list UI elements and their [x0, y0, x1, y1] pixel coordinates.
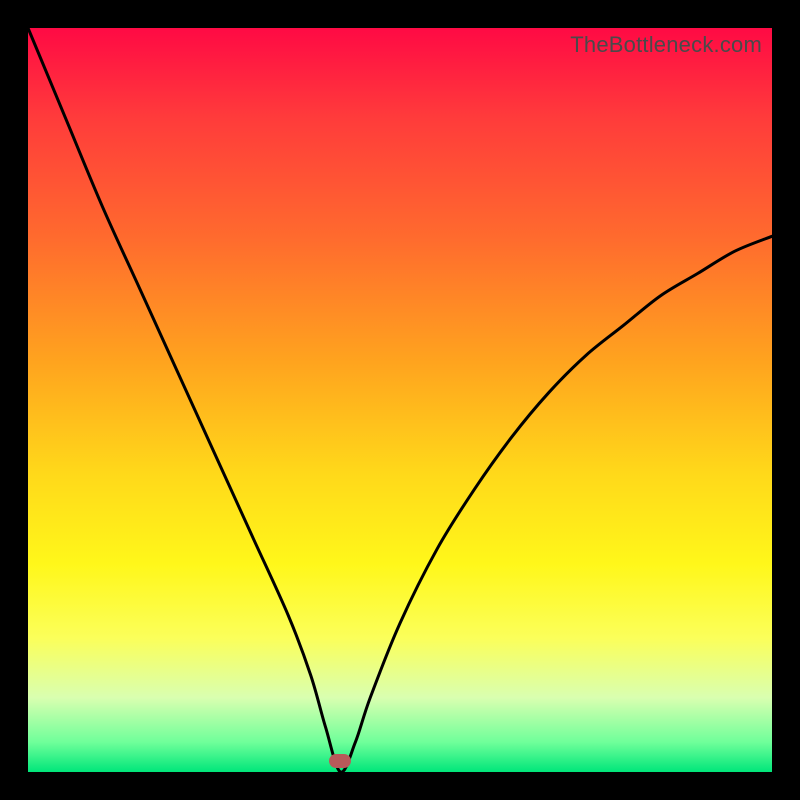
- watermark-text: TheBottleneck.com: [570, 32, 762, 58]
- bottleneck-curve: [28, 28, 772, 772]
- chart-frame: TheBottleneck.com: [0, 0, 800, 800]
- plot-area: TheBottleneck.com: [28, 28, 772, 772]
- minimum-marker: [329, 754, 351, 768]
